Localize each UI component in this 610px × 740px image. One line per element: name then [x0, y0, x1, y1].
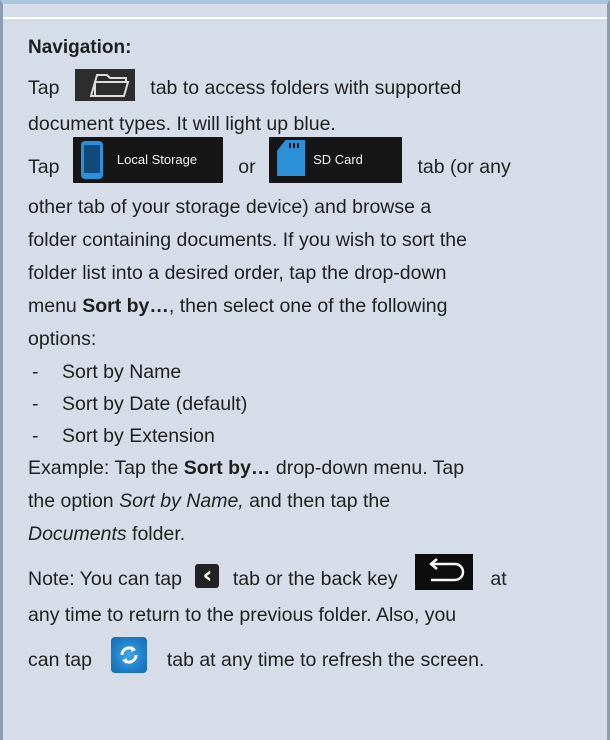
refresh-icon [111, 636, 148, 673]
local-storage-label: Local Storage [116, 152, 198, 167]
text: and then tap the [249, 490, 391, 512]
note-line: Note: You can tap ‹ tab or the back key … [28, 553, 593, 599]
list-item: - Sort by Name [28, 356, 593, 388]
text: tab at any time to refresh the screen. [166, 649, 485, 671]
paragraph-line: other tab of your storage device) and br… [28, 196, 432, 218]
sd-card-label: SD Card [313, 152, 363, 167]
list-item-label: Sort by Date (default) [62, 393, 248, 415]
text: folder. [132, 523, 186, 545]
list-item: - Sort by Extension [28, 420, 593, 452]
text: Note: You can tap [28, 568, 182, 590]
sort-options-list: - Sort by Name - Sort by Date (default) - S… [28, 356, 593, 452]
example-line: Example: Tap the Sort by… drop-down menu… [28, 452, 593, 485]
note-line: any time to return to the previous folde… [28, 604, 457, 626]
local-storage-tab: Local Storage [72, 137, 223, 183]
paragraph-line: folder list into a desired order, tap th… [28, 262, 447, 284]
paragraph-folder-line: Tap tab to access folders with supported [28, 68, 593, 108]
text: Example: Tap the [28, 457, 179, 479]
bold-text: Sort by… [183, 457, 271, 479]
text: tab (or any [417, 156, 511, 179]
text: at [490, 568, 507, 590]
bullet: - [32, 361, 39, 383]
sd-card-icon [277, 140, 306, 176]
note-line: can tap tab at any time to refresh the s… [28, 636, 593, 680]
navigation-section: Navigation: Tap tab to access folders wi… [28, 34, 593, 680]
list-item: - Sort by Date (default) [28, 388, 593, 420]
text: , then select one of the following [168, 295, 448, 317]
paragraph-storage-line: Tap Local Storage or SD Card tab (or any [28, 137, 593, 191]
paragraph-line: folder containing documents. If you wish… [28, 229, 467, 251]
divider [3, 17, 607, 19]
text: Tap [28, 156, 60, 179]
paragraph-line: options: [28, 328, 97, 350]
text: can tap [28, 649, 92, 671]
italic-text: Sort by Name, [119, 490, 244, 512]
italic-text: Documents [28, 523, 127, 545]
list-item-label: Sort by Name [62, 361, 182, 383]
return-arrow-icon [415, 553, 473, 590]
chevron-left-icon: ‹ [195, 561, 220, 589]
paragraph-line: menu Sort by…, then select one of the fo… [28, 290, 593, 323]
text: tab or the back key [232, 568, 398, 590]
text: or [238, 156, 256, 179]
text: Tap [28, 77, 60, 99]
example-line: the option Sort by Name, and then tap th… [28, 485, 593, 518]
bullet: - [32, 425, 39, 447]
text: tab to access folders with supported [150, 77, 462, 99]
example-line: Documents folder. [28, 518, 593, 551]
section-heading: Navigation: [28, 37, 132, 58]
tablet-icon [80, 141, 103, 179]
bullet: - [32, 393, 39, 415]
document-page: Navigation: Tap tab to access folders wi… [0, 0, 610, 740]
bold-text: Sort by… [82, 295, 169, 317]
folder-icon [74, 68, 135, 101]
text: the option [28, 490, 114, 512]
text: drop-down menu. Tap [275, 457, 465, 479]
sd-card-tab: SD Card [269, 137, 403, 183]
list-item-label: Sort by Extension [62, 425, 215, 447]
text: menu [28, 295, 77, 317]
